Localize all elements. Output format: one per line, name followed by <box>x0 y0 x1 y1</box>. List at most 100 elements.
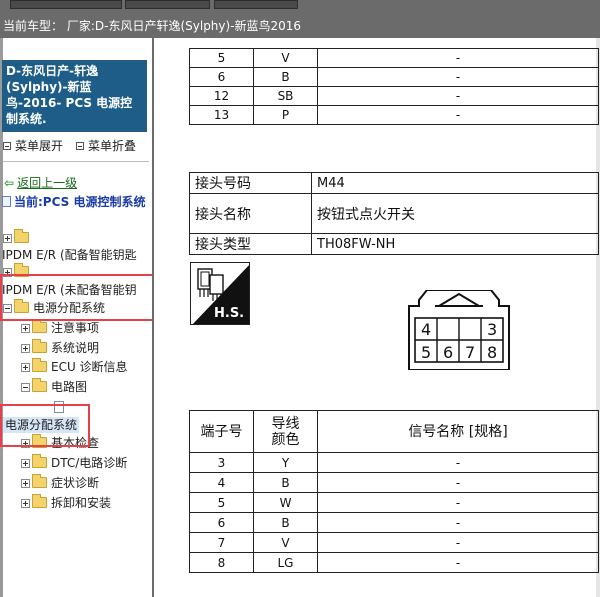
tree-item-label: 拆卸和安装 <box>51 496 112 510</box>
collapse-toggle-icon[interactable] <box>21 383 30 392</box>
table-cell: P <box>253 105 318 125</box>
expand-toggle-icon[interactable] <box>21 324 30 333</box>
expand-toggle-icon[interactable] <box>3 268 12 277</box>
tree-node-power-distribution[interactable]: 电源分配系统 <box>3 299 106 316</box>
tree-item-symptom-diagnosis[interactable]: 症状诊断 <box>21 474 99 491</box>
tree-node-label-power-distribution: 电源分配系统 <box>33 301 106 315</box>
pin-label: 5 <box>421 343 432 362</box>
current-vehicle: 当前车型： 厂家:D-东风日产轩逸(Sylphy)-新蓝鸟2016 <box>3 17 301 34</box>
connector-pin-table: 端子号 导线颜色 信号名称 [规格] 3 Y - 4 B - 5 W - 6 B… <box>189 410 599 573</box>
table-cell: LG <box>253 552 318 573</box>
tree-item-label: DTC/电路诊断 <box>51 456 128 470</box>
folder-icon <box>32 474 47 488</box>
table-cell: 13 <box>189 105 254 125</box>
column-header-signal: 信号名称 [规格] <box>317 410 599 453</box>
folder-icon <box>14 229 29 243</box>
pin-label: 3 <box>487 320 498 339</box>
expand-toggle-icon[interactable] <box>21 363 30 372</box>
tree-node-label-ipdm-smart-key[interactable]: IPDM E/R (配备智能钥匙 <box>2 247 137 263</box>
pin-label: 7 <box>465 343 476 362</box>
table-cell: - <box>317 552 599 573</box>
table-cell: 6 <box>189 512 254 533</box>
tree-item-wiring-diagram[interactable]: 电路图 <box>21 378 87 395</box>
back-link[interactable]: ⇦ 返回上一级 <box>4 174 77 191</box>
toolbar-button-1[interactable] <box>10 0 122 9</box>
wire-color-header-text: 导线颜色 <box>271 415 300 448</box>
hs-label: H.S. <box>214 306 245 321</box>
toolbar-button-3[interactable] <box>214 0 298 9</box>
table-cell: B <box>253 472 318 493</box>
tree-item-precautions[interactable]: 注意事项 <box>21 319 100 336</box>
tree-selected-page[interactable]: 电源分配系统 <box>3 417 80 433</box>
tree-node-1[interactable] <box>3 229 33 246</box>
folder-icon <box>32 339 47 353</box>
tree-item-removal-installation[interactable]: 拆卸和安装 <box>21 494 112 511</box>
table-cell: SB <box>253 86 318 106</box>
folder-open-icon <box>14 299 29 313</box>
collapse-toggle-icon[interactable] <box>3 304 12 313</box>
table-row: 6 B - <box>189 512 599 533</box>
table-cell: - <box>317 532 599 553</box>
table-header-row: 端子号 导线颜色 信号名称 [规格] <box>189 410 599 453</box>
table-row: 4 B - <box>189 472 599 493</box>
expand-toggle-icon[interactable] <box>3 234 12 243</box>
table-cell: 6 <box>189 67 254 87</box>
column-header-terminal: 端子号 <box>189 410 254 453</box>
tree-item-system-description[interactable]: 系统说明 <box>21 339 99 356</box>
document-icon <box>2 196 11 207</box>
content-divider <box>152 38 154 597</box>
table-row: 7 V - <box>189 532 599 553</box>
table-cell: - <box>317 492 599 513</box>
table-row: 5 V - <box>189 48 599 68</box>
expand-toggle-icon[interactable] <box>21 499 30 508</box>
tree-item-basic-check[interactable]: 基本检查 <box>21 434 99 451</box>
table-row: 接头名称 按钮式点火开关 <box>189 193 599 234</box>
pin-label: 6 <box>443 343 454 362</box>
table-row: 13 P - <box>189 105 599 125</box>
menu-expand-button[interactable]: 菜单展开 <box>3 137 63 154</box>
tree-item-label: 注意事项 <box>51 321 100 335</box>
table-cell: V <box>253 532 318 553</box>
tree-page-icon-row[interactable] <box>54 399 64 415</box>
table-cell: 12 <box>189 86 254 106</box>
table-cell: - <box>317 512 599 533</box>
tree-item-ecu-diagnosis[interactable]: ECU 诊断信息 <box>21 358 128 375</box>
tree-node-label-ipdm-no-smart-key[interactable]: IPDM E/R (未配备智能钥 <box>2 282 137 298</box>
folder-icon <box>32 454 47 468</box>
connector-pin-table-previous: 5 V - 6 B - 12 SB - 13 P - <box>189 48 599 125</box>
table-cell: - <box>317 452 599 473</box>
menu-expand-label: 菜单展开 <box>15 139 64 153</box>
expand-toggle-icon[interactable] <box>21 344 30 353</box>
menu-collapse-button[interactable]: 菜单折叠 <box>76 137 136 154</box>
arrow-left-icon: ⇦ <box>4 176 15 190</box>
toolbar-button-2[interactable] <box>125 0 210 9</box>
pin-label: 4 <box>421 320 432 339</box>
table-cell: 7 <box>189 532 254 553</box>
connector-name-label: 接头名称 <box>189 193 312 234</box>
pin-label: 8 <box>487 343 498 362</box>
tree-node-2[interactable] <box>3 263 33 280</box>
table-row: 12 SB - <box>189 86 599 106</box>
tree-item-label: ECU 诊断信息 <box>51 360 128 374</box>
collapse-icon <box>76 142 84 150</box>
expand-toggle-icon[interactable] <box>21 439 30 448</box>
folder-open-icon <box>32 378 47 392</box>
connector-name-value: 按钮式点火开关 <box>311 193 599 234</box>
expand-toggle-icon[interactable] <box>21 459 30 468</box>
vehicle-label: 当前车型： <box>3 19 64 33</box>
table-row: 8 LG - <box>189 552 599 573</box>
table-cell: Y <box>253 452 318 473</box>
table-cell: W <box>253 492 318 513</box>
table-cell: B <box>253 67 318 87</box>
table-cell: B <box>253 512 318 533</box>
table-cell: 5 <box>189 48 254 68</box>
current-system-label: 当前:PCS 电源控制系统 <box>14 195 146 209</box>
folder-icon <box>32 434 47 448</box>
table-row: 6 B - <box>189 67 599 87</box>
current-system: 当前:PCS 电源控制系统 <box>2 192 150 212</box>
folder-icon <box>14 263 29 277</box>
table-row: 接头号码 M44 <box>189 172 599 194</box>
tree-item-dtc-diagnosis[interactable]: DTC/电路诊断 <box>21 454 128 471</box>
connector-info-table: 接头号码 M44 接头名称 按钮式点火开关 接头类型 TH08FW-NH <box>189 172 599 255</box>
expand-toggle-icon[interactable] <box>21 479 30 488</box>
